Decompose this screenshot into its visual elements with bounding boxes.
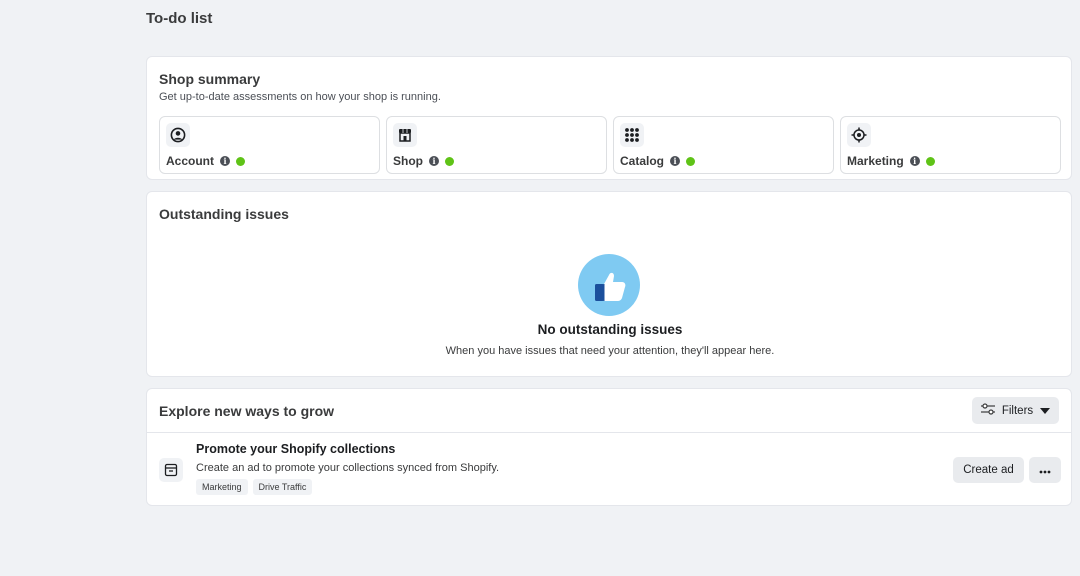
tag-marketing: Marketing [196,479,248,495]
empty-state-title: No outstanding issues [537,322,683,337]
summary-tile-account[interactable]: Account i [159,116,380,174]
more-options-button[interactable] [1029,457,1061,483]
summary-tile-shop[interactable]: Shop i [386,116,607,174]
shop-summary-card: Shop summary Get up-to-date assessments … [146,56,1072,180]
more-icon [1039,461,1051,479]
summary-tile-label: Catalog [620,154,665,168]
page-title: To-do list [146,10,213,27]
filters-label: Filters [1001,404,1034,417]
summary-tile-marketing[interactable]: Marketing i [840,116,1061,174]
status-dot [445,156,454,166]
status-dot [686,156,696,166]
explore-card: Explore new ways to grow Filters Promote… [146,388,1072,506]
outstanding-issues-title: Outstanding issues [159,206,289,222]
promo-title: Promote your Shopify collections [196,442,396,456]
collection-icon [159,458,183,482]
status-dot [236,156,245,166]
summary-tile-catalog[interactable]: Catalog i [613,116,834,174]
explore-title: Explore new ways to grow [159,403,335,419]
outstanding-issues-card: Outstanding issues No outstanding issues… [146,191,1072,377]
promo-description: Create an ad to promote your collections… [196,462,500,474]
filters-button[interactable]: Filters [972,397,1059,424]
storefront-icon [393,123,417,147]
summary-tile-label: Shop [393,154,423,168]
caret-down-icon [1040,405,1051,417]
status-dot [925,156,935,166]
grid-icon [620,123,644,147]
info-icon[interactable]: i [220,156,230,166]
info-icon[interactable]: i [429,156,439,166]
tag-list: Marketing Drive Traffic [196,479,313,495]
account-icon [166,123,190,147]
empty-state-subtitle: When you have issues that need your atte… [445,345,775,357]
tag-drive-traffic: Drive Traffic [252,479,313,495]
divider [147,432,1071,433]
target-icon [847,123,871,147]
summary-tile-label: Marketing [847,154,904,168]
shop-summary-title: Shop summary [159,71,261,87]
summary-tile-label: Account [166,154,214,168]
sliders-icon [980,403,995,418]
create-ad-button[interactable]: Create ad [953,457,1024,483]
info-icon[interactable]: i [909,156,920,166]
shop-summary-subtitle: Get up-to-date assessments on how your s… [159,91,441,103]
thumbs-up-icon [578,254,640,316]
info-icon[interactable]: i [670,156,681,166]
